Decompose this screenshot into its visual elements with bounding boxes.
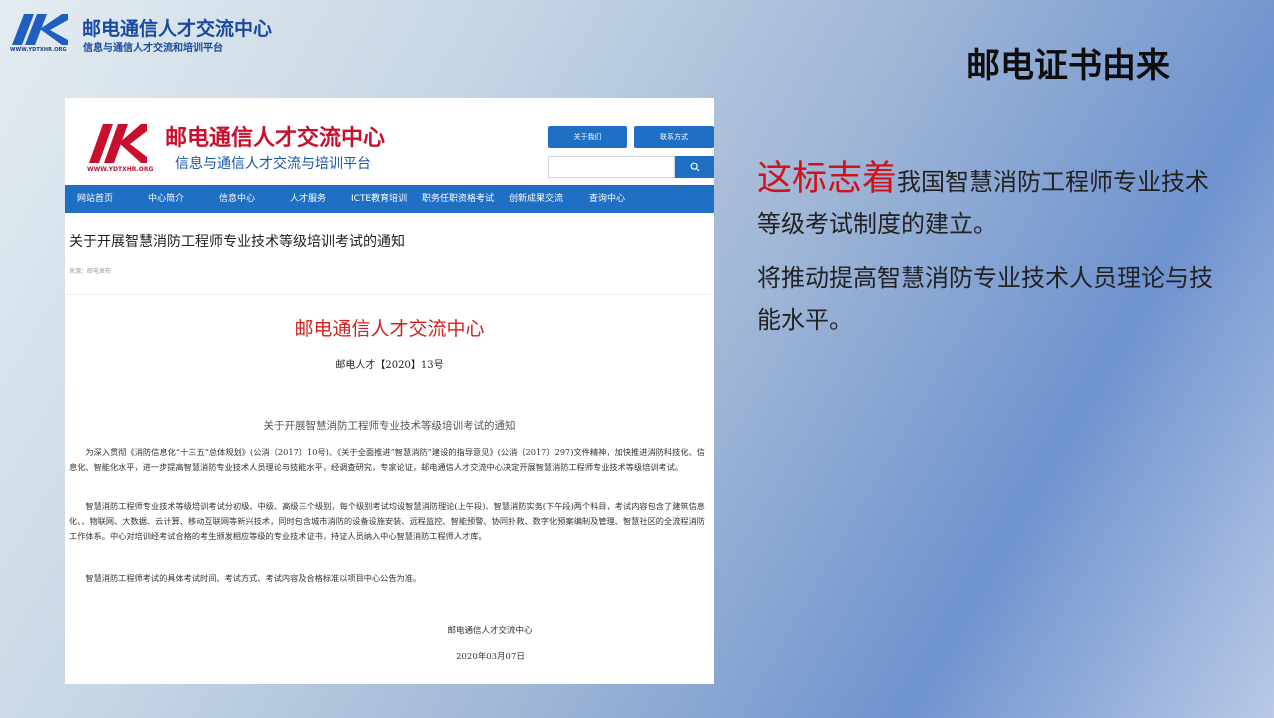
hk-logo-icon <box>89 124 147 163</box>
hk-logo-icon <box>12 14 68 45</box>
divider <box>65 294 714 295</box>
notice-date: 2020年03月07日 <box>456 652 525 662</box>
article-title: 关于开展智慧消防工程师专业技术等级培训考试的通知 <box>69 234 405 250</box>
nav-item-about-center[interactable]: 中心简介 <box>148 185 184 213</box>
nav-item-query-center[interactable]: 查询中心 <box>589 185 625 213</box>
slide-paragraph-2: 将推动提高智慧消防专业技术人员理论与技能水平。 <box>757 264 1213 334</box>
slide-paragraph-1: 这标志着我国智慧消防工程师专业技术等级考试制度的建立。 <box>757 158 1227 245</box>
nav-item-qualification-exam[interactable]: 职务任职资格考试 <box>422 185 494 213</box>
notice-signature: 邮电通信人才交流中心 <box>447 626 533 636</box>
slide-title: 邮电证书由来 <box>966 46 1170 86</box>
site-search-input[interactable] <box>548 156 675 178</box>
nav-item-home[interactable]: 网站首页 <box>77 185 113 213</box>
notice-doc-number: 邮电人才【2020】13号 <box>335 360 444 371</box>
site-title: 邮电通信人才交流中心 <box>165 126 386 151</box>
site-logo: WWW.YDTXHR.ORG <box>87 122 154 174</box>
about-us-button[interactable]: 关于我们 <box>548 126 627 148</box>
brand-subtitle: 信息与通信人才交流和培训平台 <box>83 43 223 54</box>
slide-logo-url: WWW.YDTXHR.ORG <box>10 47 67 53</box>
nav-item-icte-training[interactable]: ICTE教育培训 <box>351 185 407 213</box>
search-icon <box>690 162 699 172</box>
highlight-text: 这标志着 <box>757 159 898 199</box>
site-search-button[interactable] <box>675 156 714 178</box>
nav-item-talent-service[interactable]: 人才服务 <box>290 185 326 213</box>
notice-org-name: 邮电通信人才交流中心 <box>294 318 485 340</box>
site-nav: 网站首页 中心简介 信息中心 人才服务 ICTE教育培训 职务任职资格考试 创新… <box>65 185 714 213</box>
notice-heading: 关于开展智慧消防工程师专业技术等级培训考试的通知 <box>263 420 516 432</box>
article-source: 来源：邮电发布 <box>69 268 112 275</box>
notice-paragraph: 智慧消防工程师考试的具体考试时间、考试方式、考试内容及合格标准以项目中心公告为准… <box>85 573 422 583</box>
notice-paragraph: 智慧消防工程师专业技术等级培训考试分初级、中级、高级三个级别，每个级别考试均设智… <box>69 501 705 541</box>
nav-item-innovation[interactable]: 创新成果交流 <box>509 185 563 213</box>
website-screenshot: WWW.YDTXHR.ORG 邮电通信人才交流中心 信息与通信人才交流与培训平台… <box>65 98 714 684</box>
slide-logo: WWW.YDTXHR.ORG <box>10 12 70 54</box>
contact-button[interactable]: 联系方式 <box>634 126 714 148</box>
site-subtitle: 信息与通信人才交流与培训平台 <box>175 156 371 172</box>
nav-item-info-center[interactable]: 信息中心 <box>219 185 255 213</box>
brand-title: 邮电通信人才交流中心 <box>82 18 273 40</box>
site-logo-url: WWW.YDTXHR.ORG <box>87 166 154 173</box>
slide-body: 这标志着我国智慧消防工程师专业技术等级考试制度的建立。 将推动提高智慧消防专业技… <box>757 158 1227 353</box>
notice-paragraph: 为深入贯彻《消防信息化“十三五”总体规划》(公消〔2017〕10号)、《关于全面… <box>69 447 705 472</box>
